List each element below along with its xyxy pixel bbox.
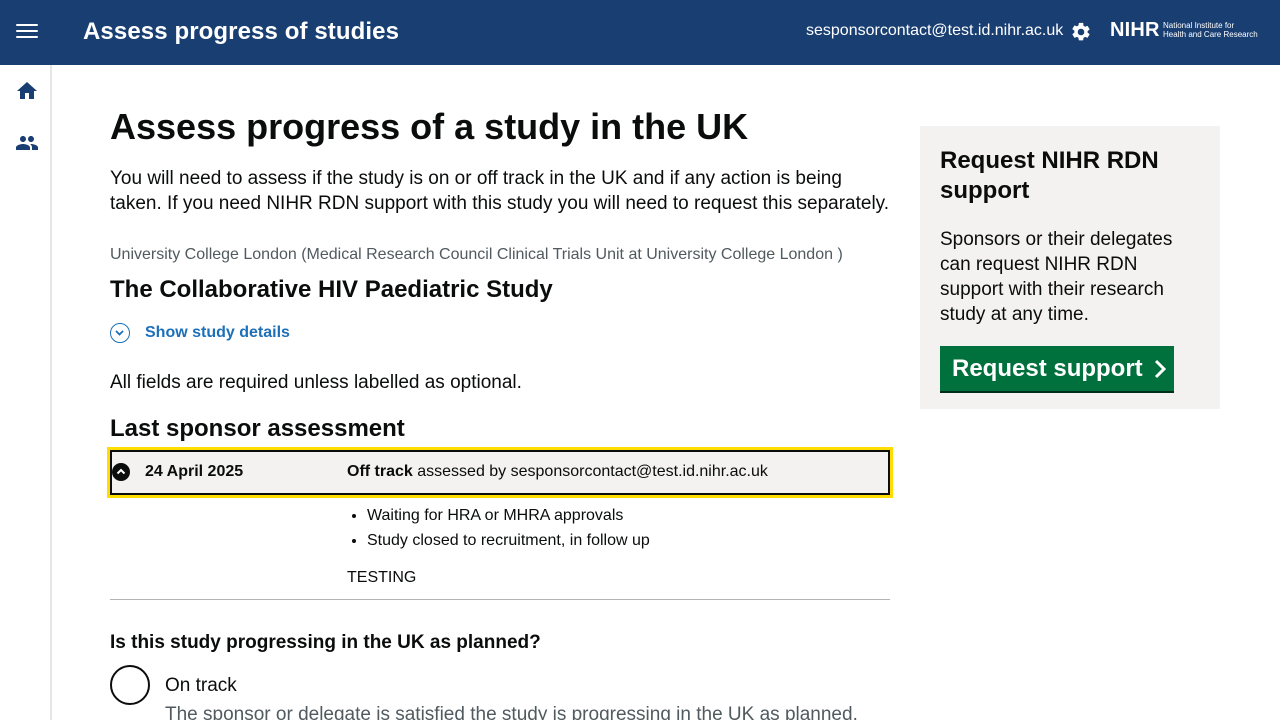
on-track-radio[interactable] bbox=[110, 665, 150, 705]
last-assessment-summary[interactable]: 24 April 2025 Off track assessed by sesp… bbox=[107, 447, 893, 498]
list-item: Study closed to recruitment, in follow u… bbox=[367, 528, 650, 553]
section-divider bbox=[110, 599, 890, 600]
request-support-text: Sponsors or their delegates can request … bbox=[940, 229, 1173, 325]
progress-question: Is this study progressing in the UK as p… bbox=[110, 632, 541, 653]
nihr-logo[interactable]: NIHR National Institute for Health and C… bbox=[1110, 19, 1268, 45]
chevron-down-icon bbox=[110, 323, 130, 343]
on-track-label[interactable]: On track bbox=[165, 675, 237, 697]
assessment-date: 24 April 2025 bbox=[145, 463, 244, 480]
people-icon[interactable] bbox=[15, 131, 39, 155]
organisation-caption: University College London (Medical Resea… bbox=[110, 246, 843, 263]
assessment-reasons: Waiting for HRA or MHRA approvals Study … bbox=[347, 503, 650, 553]
top-header: Assess progress of studies sesponsorcont… bbox=[0, 0, 1280, 65]
status-label: Off track bbox=[347, 463, 413, 480]
gear-icon[interactable] bbox=[1070, 21, 1092, 43]
side-navigation bbox=[0, 65, 52, 720]
study-title: The Collaborative HIV Paediatric Study bbox=[110, 276, 553, 303]
chevron-right-icon bbox=[1154, 359, 1166, 378]
show-study-details-toggle[interactable]: Show study details bbox=[110, 322, 290, 344]
logo-subtitle: National Institute for Health and Care R… bbox=[1163, 21, 1258, 39]
request-support-label: Request support bbox=[952, 354, 1143, 382]
menu-icon[interactable] bbox=[16, 24, 38, 42]
required-fields-note: All fields are required unless labelled … bbox=[110, 372, 522, 393]
intro-text: You will need to assess if the study is … bbox=[110, 168, 890, 214]
show-study-details-label: Show study details bbox=[145, 324, 290, 341]
request-support-panel: Request NIHR RDN support Sponsors or the… bbox=[920, 126, 1220, 409]
assessed-by: assessed by sesponsorcontact@test.id.nih… bbox=[412, 463, 768, 480]
on-track-hint: The sponsor or delegate is satisfied the… bbox=[165, 704, 858, 720]
home-icon[interactable] bbox=[15, 79, 39, 103]
page-title: Assess progress of a study in the UK bbox=[110, 106, 749, 147]
assessment-comment: TESTING bbox=[347, 569, 417, 586]
chevron-up-icon bbox=[112, 463, 130, 481]
list-item: Waiting for HRA or MHRA approvals bbox=[367, 503, 650, 528]
request-support-heading: Request NIHR RDN support bbox=[940, 147, 1159, 204]
app-title: Assess progress of studies bbox=[83, 18, 400, 45]
logo-main: NIHR bbox=[1110, 19, 1160, 41]
user-email: sesponsorcontact@test.id.nihr.ac.uk bbox=[806, 22, 1064, 39]
request-support-button[interactable]: Request support bbox=[940, 346, 1174, 391]
last-assessment-heading: Last sponsor assessment bbox=[110, 415, 405, 442]
assessment-status: Off track assessed by sesponsorcontact@t… bbox=[347, 463, 768, 481]
